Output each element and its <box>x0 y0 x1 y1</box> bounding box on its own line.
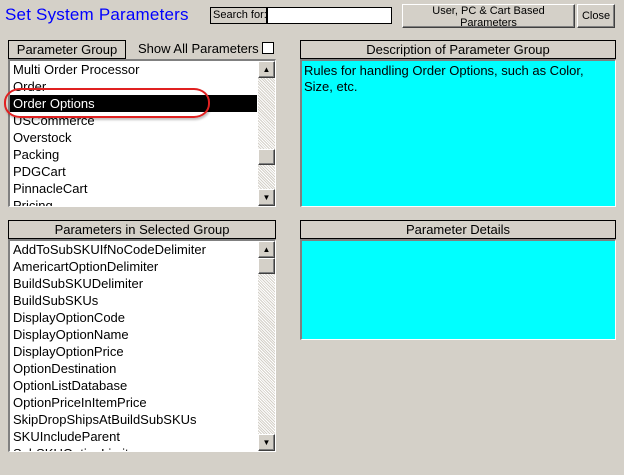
scroll-thumb[interactable] <box>258 149 275 165</box>
parameters-items[interactable]: AddToSubSKUIfNoCodeDelimiter AmericartOpt… <box>10 241 257 451</box>
list-item[interactable]: DisplayOptionName <box>10 326 257 343</box>
list-item[interactable]: DisplayOptionPrice <box>10 343 257 360</box>
window-title: Set System Parameters <box>5 5 189 24</box>
list-item[interactable]: SubSKUOptionLimit <box>10 445 257 451</box>
scroll-down-arrow-icon[interactable]: ▼ <box>258 434 275 451</box>
list-item[interactable]: OptionDestination <box>10 360 257 377</box>
list-item[interactable]: BuildSubSKUs <box>10 292 257 309</box>
description-panel: Rules for handling Order Options, such a… <box>300 59 616 207</box>
user-pc-cart-params-button[interactable]: User, PC & Cart Based Parameters <box>402 4 575 29</box>
search-label: Search for: <box>210 7 267 24</box>
parameters-list[interactable]: AddToSubSKUIfNoCodeDelimiter AmericartOpt… <box>8 239 276 452</box>
list-item[interactable]: Multi Order Processor <box>10 61 257 78</box>
parameter-group-items[interactable]: Multi Order Processor Order Order Options U… <box>10 61 257 206</box>
list-item[interactable]: BuildSubSKUDelimiter <box>10 275 257 292</box>
list-item[interactable]: AmericartOptionDelimiter <box>10 258 257 275</box>
scroll-up-arrow-icon[interactable]: ▲ <box>258 241 275 258</box>
search-input[interactable] <box>267 7 392 24</box>
list-item[interactable]: OptionPriceInItemPrice <box>10 394 257 411</box>
show-all-parameters-checkbox[interactable] <box>262 42 274 54</box>
list-item[interactable]: USCommerce <box>10 112 257 129</box>
show-all-parameters-label: Show All Parameters <box>138 41 259 56</box>
list-item[interactable]: PinnacleCart <box>10 180 257 197</box>
list-item[interactable]: SKUIncludeParent <box>10 428 257 445</box>
parameters-header: Parameters in Selected Group <box>8 220 276 239</box>
list-item[interactable]: Order Options <box>10 95 257 112</box>
parameter-group-list[interactable]: Multi Order Processor Order Order Options U… <box>8 59 276 207</box>
scroll-down-arrow-icon[interactable]: ▼ <box>258 189 275 206</box>
scroll-up-arrow-icon[interactable]: ▲ <box>258 61 275 78</box>
parameter-group-scrollbar[interactable]: ▲ ▼ <box>258 61 275 206</box>
details-panel <box>300 239 616 340</box>
list-item[interactable]: Order <box>10 78 257 95</box>
list-item[interactable]: Packing <box>10 146 257 163</box>
list-item[interactable]: PDGCart <box>10 163 257 180</box>
parameter-group-header: Parameter Group <box>8 40 126 59</box>
details-header: Parameter Details <box>300 220 616 239</box>
list-item[interactable]: Overstock <box>10 129 257 146</box>
scroll-thumb[interactable] <box>258 258 275 274</box>
close-button[interactable]: Close <box>577 4 615 28</box>
parameters-scrollbar[interactable]: ▲ ▼ <box>258 241 275 451</box>
list-item[interactable]: OptionListDatabase <box>10 377 257 394</box>
list-item[interactable]: AddToSubSKUIfNoCodeDelimiter <box>10 241 257 258</box>
list-item[interactable]: DisplayOptionCode <box>10 309 257 326</box>
list-item[interactable]: Pricing <box>10 197 257 206</box>
description-header: Description of Parameter Group <box>300 40 616 59</box>
list-item[interactable]: SkipDropShipsAtBuildSubSKUs <box>10 411 257 428</box>
